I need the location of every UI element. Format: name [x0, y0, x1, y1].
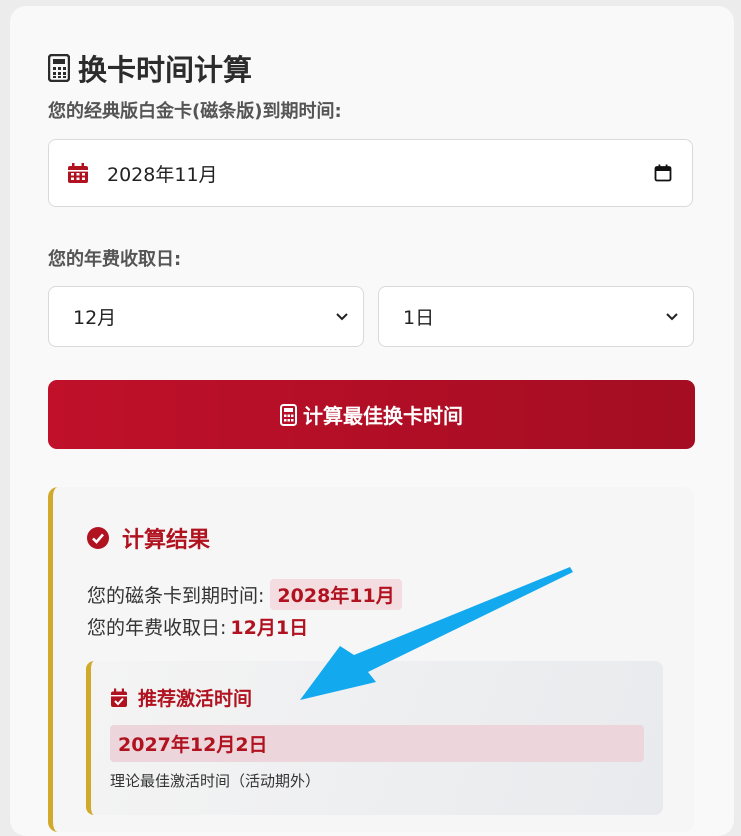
calculate-button-label: 计算最佳换卡时间	[303, 404, 463, 428]
chevron-down-icon	[336, 312, 348, 320]
page-title: 换卡时间计算	[48, 50, 253, 87]
recommendation-heading: 推荐激活时间	[110, 684, 252, 711]
calculator-icon	[280, 403, 297, 426]
expiry-label: 您的经典版白金卡(磁条版)到期时间:	[48, 101, 342, 122]
result-fee-prefix: 您的年费收取日:	[87, 617, 227, 639]
calendar-check-icon	[111, 688, 127, 707]
annotation-arrow	[300, 567, 573, 700]
result-heading: 计算结果	[86, 522, 210, 554]
recommended-date: 2027年12月2日	[110, 725, 644, 762]
check-circle-icon	[87, 527, 109, 549]
date-picker-icon[interactable]	[654, 164, 672, 182]
result-expiry-prefix: 您的磁条卡到期时间:	[87, 585, 265, 607]
fee-day-select[interactable]: 1日	[378, 286, 694, 347]
recommendation-heading-text: 推荐激活时间	[138, 688, 253, 710]
chevron-down-icon	[666, 312, 678, 320]
result-heading-text: 计算结果	[122, 528, 211, 553]
fee-month-select[interactable]: 12月	[48, 286, 364, 347]
calculate-button[interactable]: 计算最佳换卡时间	[48, 380, 695, 449]
page-title-text: 换卡时间计算	[78, 53, 253, 87]
fee-day-value: 1日	[403, 307, 435, 329]
calendar-icon	[68, 163, 88, 183]
calculator-icon	[48, 54, 70, 82]
result-fee-line: 您的年费收取日: 12月1日	[87, 613, 308, 640]
fee-date-label: 您的年费收取日:	[48, 249, 182, 270]
recommendation-note: 理论最佳激活时间（活动期外）	[110, 772, 321, 790]
expiry-date-input[interactable]: 2028年11月	[48, 139, 693, 207]
expiry-date-value: 2028年11月	[107, 163, 218, 186]
fee-month-value: 12月	[73, 307, 117, 329]
